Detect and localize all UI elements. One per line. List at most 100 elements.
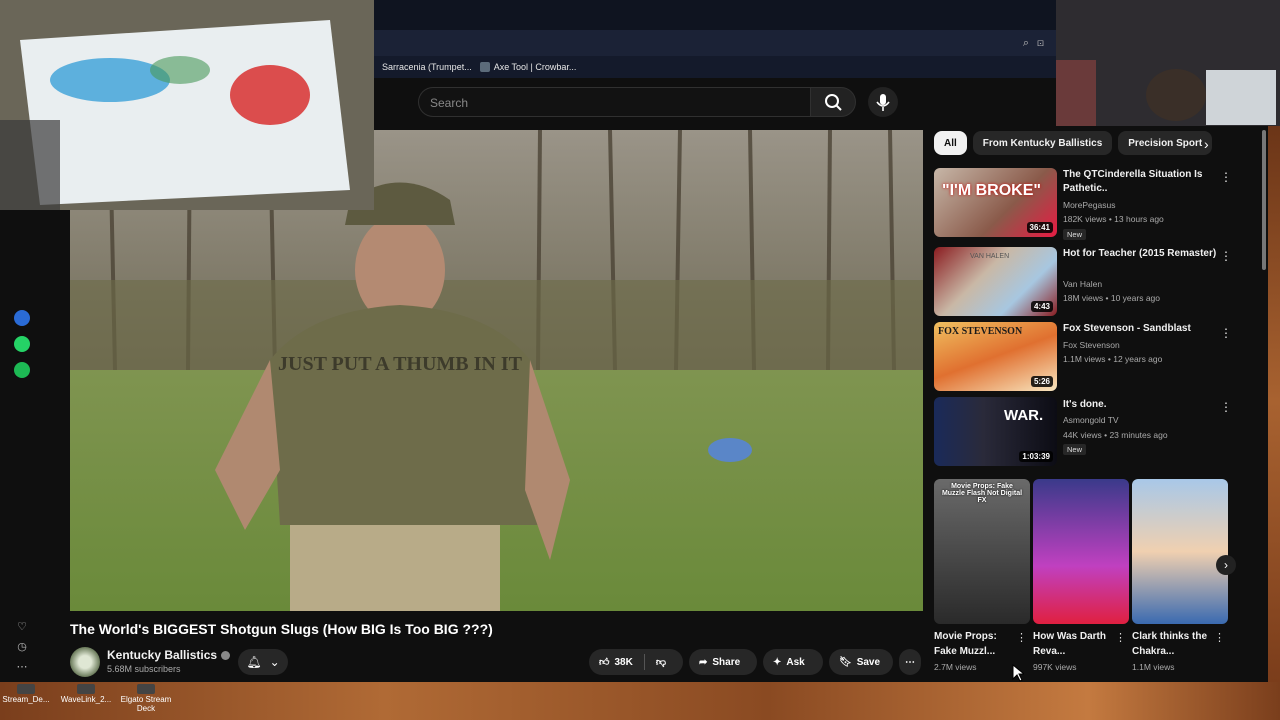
desktop-background-edge [1268, 120, 1280, 682]
voice-search-button[interactable] [868, 87, 898, 117]
heart-icon[interactable]: ♡ [16, 620, 28, 633]
channel-avatar[interactable] [70, 647, 100, 677]
like-dislike-group: 👍︎ 38K 👎︎ [589, 649, 683, 675]
zoom-icon[interactable]: ⌕ [1023, 37, 1037, 49]
webcam-overlay-desk [0, 0, 374, 210]
mouse-cursor-icon [1012, 664, 1024, 682]
save-button[interactable]: 🔖︎ Save [829, 649, 893, 675]
kebab-menu-icon[interactable]: ⋮ [1115, 631, 1126, 644]
ask-button[interactable]: ✦ Ask [763, 649, 823, 675]
short-info: How Was Darth Reva... 997K views ⋮ [1033, 629, 1129, 672]
thumbnail-text: VAN HALEN [970, 253, 1010, 260]
chevron-right-icon[interactable]: › [1204, 136, 1209, 152]
chip-precision-sport[interactable]: Precision Sport [1118, 131, 1213, 155]
recommendation-item[interactable]: WAR. 1:03:39 It's done. Asmongold TV 44K… [934, 397, 1234, 467]
short-views: 997K views [1033, 662, 1077, 672]
save-label: Save [856, 656, 881, 668]
desktop-shortcut-label: WaveLink_2... [60, 695, 112, 704]
bell-icon: 🔔︎ [246, 655, 262, 669]
sparkle-icon: ✦ [773, 656, 782, 668]
recommendation-item[interactable]: FOX STEVENSON 5:26 Fox Stevenson - Sandb… [934, 322, 1234, 392]
duration-badge: 4:43 [1030, 301, 1053, 312]
short-thumbnail[interactable] [1033, 479, 1129, 624]
bookmark-icon: 🔖︎ [839, 656, 852, 668]
video-thumbnail[interactable]: WAR. 1:03:39 [934, 397, 1057, 466]
channel-name-text: Kentucky Ballistics [107, 648, 218, 662]
recommendation-channel: Fox Stevenson [1063, 340, 1120, 350]
history-icon[interactable]: ◷ [16, 640, 28, 653]
channel-name[interactable]: Kentucky Ballistics [107, 648, 231, 662]
recommendation-channel: Asmongold TV [1063, 415, 1119, 425]
share-icon: ➦ [699, 656, 708, 668]
video-thumbnail[interactable]: VAN HALEN 4:43 [934, 247, 1057, 316]
bookmarks-bar: Sarracenia (Trumpet... Axe Tool | Crowba… [374, 56, 1056, 78]
chip-all[interactable]: All [934, 131, 967, 155]
bookmark-label: Sarracenia (Trumpet... [382, 62, 472, 72]
kebab-menu-icon[interactable]: ⋮ [1214, 631, 1225, 644]
sidebar-scrollbar[interactable] [1262, 130, 1266, 270]
bookmark-sarracenia[interactable]: Sarracenia (Trumpet... [382, 62, 472, 72]
more-actions-button[interactable]: ⋯ [899, 649, 921, 675]
thumbnail-text: FOX STEVENSON [938, 326, 1023, 337]
recommendation-item[interactable]: "I'M BROKE" 36:41 The QTCinderella Situa… [934, 168, 1234, 240]
new-badge: New [1063, 444, 1087, 455]
recommendation-meta: 1.1M views • 12 years ago [1063, 354, 1163, 364]
webcam-image [1056, 0, 1280, 126]
chevron-right-icon[interactable]: › [1216, 555, 1236, 575]
spotify-icon[interactable] [14, 362, 30, 378]
kebab-menu-icon[interactable]: ⋮ [1016, 631, 1027, 644]
desktop-shortcut[interactable]: Elgato Stream Deck [120, 684, 172, 713]
desktop-shortcut-label: Stream_De... [2, 695, 50, 704]
desktop-shortcut[interactable]: Stream_De... [0, 684, 52, 713]
thumbnail-text: WAR. [1004, 407, 1044, 424]
short-title[interactable]: How Was Darth Reva... [1033, 629, 1111, 659]
dislike-icon[interactable]: 👎︎ [656, 656, 666, 668]
duration-badge: 5:26 [1030, 376, 1053, 387]
search-icon [825, 94, 842, 111]
recommendation-meta: 18M views • 10 years ago [1063, 293, 1160, 303]
new-badge: New [1063, 229, 1087, 240]
like-count[interactable]: 38K [614, 657, 632, 668]
desktop-shortcut[interactable]: WaveLink_2... [60, 684, 112, 713]
verified-icon [221, 651, 231, 661]
kebab-menu-icon[interactable]: ⋮ [1220, 400, 1232, 414]
recommendation-title: The QTCinderella Situation Is Pathetic.. [1063, 169, 1203, 194]
recommendation-channel: MorePegasus [1063, 200, 1116, 210]
duration-badge: 36:41 [1026, 222, 1053, 233]
chip-from-channel[interactable]: From Kentucky Ballistics [972, 131, 1113, 155]
like-icon[interactable]: 👍︎ [599, 656, 609, 668]
short-thumbnail[interactable]: Movie Props: Fake Muzzle Flash Not Digit… [934, 479, 1030, 624]
bookmark-axe-tool[interactable]: Axe Tool | Crowbar... [479, 62, 576, 72]
microphone-icon [876, 94, 890, 111]
toolbar-icons: ⌕⊡ [1023, 37, 1052, 50]
more-icon[interactable]: ⋯ [16, 660, 28, 673]
short-title[interactable]: Clark thinks the Chakra... [1132, 629, 1210, 659]
recommendation-meta: 44K views • 23 minutes ago [1063, 430, 1168, 440]
kebab-menu-icon[interactable]: ⋮ [1220, 249, 1232, 263]
messenger-icon[interactable] [14, 310, 30, 326]
kebab-menu-icon[interactable]: ⋮ [1220, 170, 1232, 184]
search-placeholder: Search [430, 96, 469, 110]
thumbnail-text: "I'M BROKE" [942, 182, 1041, 199]
notifications-button[interactable]: 🔔︎ ⌄ [238, 649, 288, 675]
shorts-shelf: Movie Props: Fake Muzzle Flash Not Digit… [934, 479, 1230, 624]
search-input[interactable]: Search [418, 87, 810, 117]
whatsapp-icon[interactable] [14, 336, 30, 352]
video-thumbnail[interactable]: FOX STEVENSON 5:26 [934, 322, 1057, 391]
recommendation-item[interactable]: VAN HALEN 4:43 Hot for Teacher (2015 Rem… [934, 247, 1234, 317]
short-title[interactable]: Movie Props: Fake Muzzl... [934, 629, 1012, 659]
video-title: The World's BIGGEST Shotgun Slugs (How B… [70, 621, 493, 637]
short-thumbnail[interactable] [1132, 479, 1228, 624]
subscriber-count: 5.68M subscribers [107, 664, 181, 674]
filter-chips: All From Kentucky Ballistics Precision S… [934, 131, 1213, 155]
divider [643, 654, 645, 670]
video-thumbnail[interactable]: "I'M BROKE" 36:41 [934, 168, 1057, 237]
desktop-shortcut-label: Elgato Stream Deck [120, 695, 172, 713]
duration-badge: 1:03:39 [1019, 451, 1053, 462]
browser-toolbar: ⌕⊡ [374, 30, 1056, 56]
bookmark-favicon-icon [479, 62, 490, 72]
search-button[interactable] [810, 87, 856, 117]
extension-icon[interactable]: ⊡ [1037, 37, 1052, 49]
share-button[interactable]: ➦ Share [689, 649, 757, 675]
kebab-menu-icon[interactable]: ⋮ [1220, 326, 1232, 340]
